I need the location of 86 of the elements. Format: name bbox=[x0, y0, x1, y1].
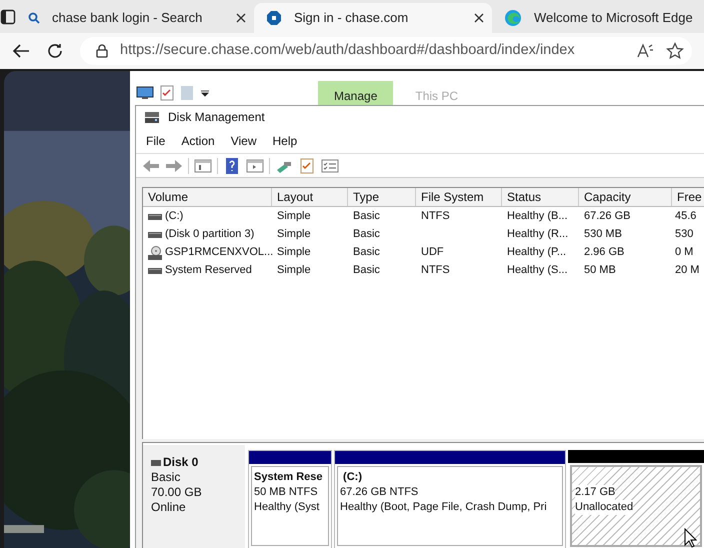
search-icon bbox=[28, 12, 40, 24]
partition-size: 2.17 GB bbox=[575, 485, 616, 500]
table-cell-text: Healthy (R... bbox=[507, 227, 568, 242]
help-icon[interactable] bbox=[223, 158, 241, 174]
drive-icon bbox=[148, 230, 162, 238]
table-cell-text: (Disk 0 partition 3) bbox=[165, 227, 254, 242]
disk-status: Online bbox=[151, 500, 187, 515]
dropdown-icon[interactable] bbox=[200, 88, 210, 98]
tab-title: Welcome to Microsoft Edge bbox=[534, 9, 694, 28]
table-cell-text: System Reserved bbox=[165, 263, 252, 278]
disk-type: Basic bbox=[151, 470, 182, 485]
console-tree-icon[interactable] bbox=[194, 158, 212, 174]
column-header[interactable]: Layout bbox=[272, 188, 348, 206]
table-cell-text: GSP1RMCENXVOL... bbox=[165, 245, 274, 260]
column-header[interactable]: Free bbox=[672, 188, 704, 206]
table-cell-text: (C:) bbox=[165, 209, 184, 224]
tab-actions-icon[interactable] bbox=[0, 8, 16, 24]
disk-size: 70.00 GB bbox=[151, 485, 203, 500]
back-arrow-icon[interactable] bbox=[12, 43, 30, 59]
octagon-logo-icon bbox=[266, 10, 282, 26]
table-cell-text: Healthy (B... bbox=[507, 209, 568, 224]
partition-name: System Rese bbox=[254, 470, 324, 485]
column-header[interactable]: Volume bbox=[143, 188, 272, 206]
menu-item[interactable]: Action bbox=[181, 132, 215, 150]
action-pane-icon[interactable] bbox=[246, 158, 264, 174]
table-cell-text: Healthy (P... bbox=[507, 245, 566, 260]
tab-title: Sign in - chase.com bbox=[294, 9, 410, 28]
table-cell-text: 20 M bbox=[675, 263, 700, 278]
menu-item[interactable]: File bbox=[146, 132, 166, 150]
table-cell-text: Simple bbox=[277, 227, 311, 242]
table-cell-text: 45.6 bbox=[675, 209, 696, 224]
table-cell-text: UDF bbox=[421, 245, 444, 260]
table-cell-text: Simple bbox=[277, 245, 311, 260]
disk-name: Disk 0 bbox=[163, 455, 198, 470]
url-text: https://secure.chase.com/web/auth/dashboard#/dashboard/index/index bbox=[120, 41, 576, 60]
read-aloud-icon[interactable] bbox=[636, 43, 654, 59]
table-cell-text: 67.26 GB bbox=[584, 209, 630, 224]
table-cell-text: NTFS bbox=[421, 209, 450, 224]
forward-arrow-icon[interactable] bbox=[165, 158, 183, 174]
menu-item[interactable]: Help bbox=[272, 132, 298, 150]
partition-size: 67.26 GB NTFS bbox=[340, 485, 420, 500]
tab-title: chase bank login - Search bbox=[52, 9, 204, 28]
table-cell-text: Simple bbox=[277, 263, 311, 278]
partition-status: Healthy (Boot, Page File, Crash Dump, Pri bbox=[340, 500, 548, 515]
close-icon[interactable] bbox=[474, 13, 484, 23]
table-cell-text: NTFS bbox=[421, 263, 450, 278]
drive-icon bbox=[148, 266, 162, 274]
table-cell-text: Healthy (S... bbox=[507, 263, 568, 278]
drive-icon bbox=[151, 460, 161, 466]
star-icon[interactable] bbox=[666, 42, 684, 60]
partition-block[interactable]: System Rese 50 MB NTFS Healthy (Syst bbox=[248, 450, 332, 548]
table-cell-text: 530 bbox=[675, 227, 694, 242]
partition-block[interactable]: (C:) 67.26 GB NTFS Healthy (Boot, Page File, Crash Dump, Pri bbox=[334, 450, 566, 548]
drive-icon bbox=[148, 212, 162, 220]
checklist-icon[interactable] bbox=[160, 85, 174, 101]
disk-management-icon bbox=[144, 110, 160, 124]
menu-item[interactable]: View bbox=[230, 132, 256, 150]
partition-name: (C:) bbox=[342, 470, 363, 485]
partition-size: 50 MB NTFS bbox=[254, 485, 319, 500]
table-cell-text: Simple bbox=[277, 209, 311, 224]
address-field[interactable]: https://secure.chase.com/web/auth/dashboard#/dashboard/index/index bbox=[80, 37, 692, 65]
table-cell-text: Basic bbox=[353, 209, 380, 224]
table-cell-text: 50 MB bbox=[584, 263, 616, 278]
table-cell-text: 530 MB bbox=[584, 227, 622, 242]
partition-status: Healthy (Syst bbox=[254, 500, 320, 515]
properties-icon[interactable] bbox=[321, 158, 339, 174]
lock-icon bbox=[96, 44, 108, 58]
column-header[interactable]: File System bbox=[416, 188, 502, 206]
monitor-icon[interactable] bbox=[136, 86, 154, 100]
table-cell-text: 0 M bbox=[675, 245, 694, 260]
column-header[interactable]: Capacity bbox=[579, 188, 672, 206]
table-cell-text: 2.96 GB bbox=[584, 245, 624, 260]
partition-status: Unallocated bbox=[575, 500, 634, 515]
checklist-icon[interactable] bbox=[298, 158, 316, 174]
column-header[interactable]: Type bbox=[348, 188, 416, 206]
refresh-icon[interactable] bbox=[46, 42, 64, 60]
close-icon[interactable] bbox=[236, 13, 246, 23]
disc-drive-icon bbox=[148, 246, 162, 260]
window-title: Disk Management bbox=[168, 109, 265, 126]
browser-tab[interactable]: Sign in - chase.com bbox=[254, 3, 492, 33]
table-cell-text: Basic bbox=[353, 227, 380, 242]
column-header[interactable]: Status bbox=[502, 188, 579, 206]
swirl-logo-icon bbox=[504, 9, 522, 27]
ribbon-tab[interactable]: Manage bbox=[318, 81, 394, 105]
table-cell-text: Basic bbox=[353, 263, 380, 278]
table-cell-text: Basic bbox=[353, 245, 380, 260]
